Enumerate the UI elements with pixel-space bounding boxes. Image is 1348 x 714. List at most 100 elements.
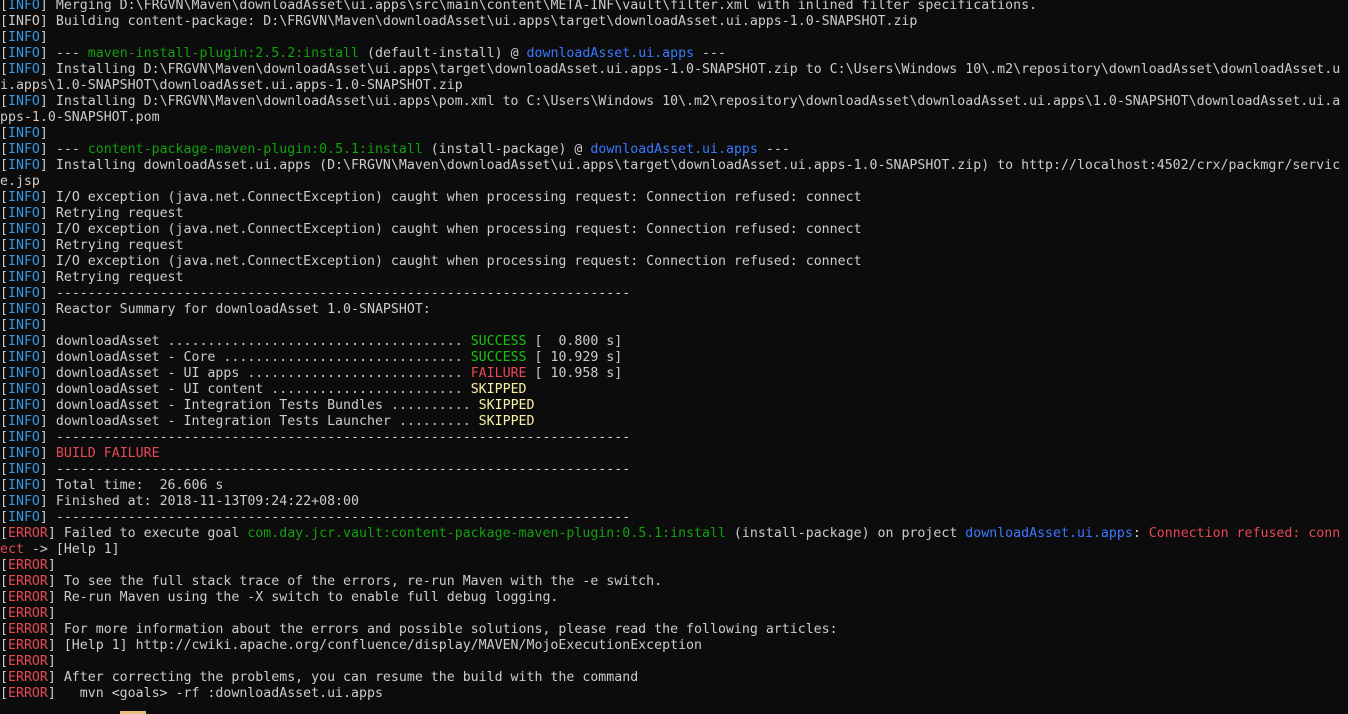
line-text: ] For more information about the errors … [47,622,838,637]
line-text: ] downloadAsset ........................… [39,334,471,349]
line-text: ] I/O exception (java.net.ConnectExcepti… [39,222,862,237]
terminal-line: [INFO] downloadAsset - Integration Tests… [0,398,1348,414]
info-tag: INFO [7,510,40,525]
line-text: [ [0,30,8,45]
line-text: ] [39,446,56,461]
terminal-line: [INFO] [0,126,1348,142]
terminal-line: [INFO] Installing D:\FRGVN\Maven\downloa… [0,94,1348,110]
skipped-status: SKIPPED [478,398,535,413]
success-status: SUCCESS [470,350,527,365]
info-tag: INFO [7,222,40,237]
error-tag: ERROR [7,606,48,621]
line-text: ] Reactor Summary for downloadAsset 1.0-… [39,302,431,317]
line-text: ] [39,318,48,333]
line-text: [ [0,126,8,141]
line-text: [ [0,590,8,605]
line-text: [ [0,446,8,461]
error-tag: ERROR [7,526,48,541]
info-tag: INFO [7,334,40,349]
terminal-line: pps-1.0-SNAPSHOT.pom [0,110,1348,126]
terminal-line: [INFO] downloadAsset - Core ............… [0,350,1348,366]
plugin-name: com.day.jcr.vault:content-package-maven-… [247,526,726,541]
terminal-line: i.apps\1.0-SNAPSHOT\downloadAsset.ui.app… [0,78,1348,94]
terminal-line: [INFO] [0,30,1348,46]
line-text: [ [0,206,8,221]
line-text: ] [47,558,56,573]
line-text: [ [0,0,8,13]
terminal-line: [INFO] ---------------------------------… [0,510,1348,526]
info-tag: INFO [7,366,40,381]
line-text: ] --------------------------------------… [39,430,631,445]
line-text: [ [0,574,8,589]
line-text: --- [757,142,790,157]
line-text: ] Failed to execute goal [47,526,248,541]
line-text: ] I/O exception (java.net.ConnectExcepti… [39,254,862,269]
error-tag: ERROR [7,654,48,669]
line-text: [ [0,254,8,269]
success-status: SUCCESS [470,334,527,349]
terminal-line: [INFO] --- maven-install-plugin:2.5.2:in… [0,46,1348,62]
line-text: [ [0,302,8,317]
terminal-line: [INFO] Merging D:\FRGVN\Maven\downloadAs… [0,0,1348,14]
terminal-line: [INFO] Total time: 26.606 s [0,478,1348,494]
terminal-line: [ERROR] To see the full stack trace of t… [0,574,1348,590]
line-text: [ [0,398,8,413]
terminal-line: [INFO] Retrying request [0,206,1348,222]
line-text: ] Retrying request [39,206,184,221]
terminal-line: [INFO] downloadAsset - UI apps .........… [0,366,1348,382]
terminal-line: [INFO] Installing downloadAsset.ui.apps … [0,158,1348,174]
terminal-line: ect -> [Help 1] [0,542,1348,558]
info-tag: INFO [7,158,40,173]
line-text: [ 10.929 s] [526,350,623,365]
line-text: [ [0,494,8,509]
error-tag: ERROR [7,686,48,701]
line-text: ] downloadAsset - Integration Tests Laun… [39,414,479,429]
line-text: [ [0,190,8,205]
line-text: [ [0,430,8,445]
terminal-line: [INFO] I/O exception (java.net.ConnectEx… [0,222,1348,238]
line-text: [INFO] Building content-package: D:\FRGV… [0,14,918,29]
info-tag: INFO [7,30,40,45]
error-text: Connection refused: conn [1148,526,1341,541]
terminal-line: [INFO] Retrying request [0,270,1348,286]
skipped-status: SKIPPED [470,382,527,397]
line-text: ] --------------------------------------… [39,286,631,301]
error-tag: ERROR [7,558,48,573]
skipped-status: SKIPPED [478,414,535,429]
error-text: ect [0,542,24,557]
info-tag: INFO [7,206,40,221]
info-tag: INFO [7,62,40,77]
line-text: i.apps\1.0-SNAPSHOT\downloadAsset.ui.app… [0,78,463,93]
terminal-line: [ERROR] [0,654,1348,670]
line-text: ] downloadAsset - UI content ...........… [39,382,471,397]
line-text: ] [Help 1] http://cwiki.apache.org/confl… [47,638,703,653]
line-text: [ [0,46,8,61]
terminal-line: [INFO] --- content-package-maven-plugin:… [0,142,1348,158]
project-name: downloadAsset.ui.apps [526,46,695,61]
line-text: [ [0,62,8,77]
line-text: [ [0,638,8,653]
info-tag: INFO [7,446,40,461]
info-tag: INFO [7,494,40,509]
terminal-line: [ERROR] mvn <goals> -rf :downloadAsset.u… [0,686,1348,702]
info-tag: INFO [7,414,40,429]
line-text: ] Retrying request [39,270,184,285]
line-text: ] [47,606,56,621]
line-text: [ 10.958 s] [526,366,623,381]
terminal-line: [ERROR] [0,558,1348,574]
terminal-output[interactable]: [INFO] Merging D:\FRGVN\Maven\downloadAs… [0,0,1348,702]
line-text: ] To see the full stack trace of the err… [47,574,663,589]
line-text: [ [0,334,8,349]
line-text: ] mvn <goals> -rf :downloadAsset.ui.apps [47,686,383,701]
line-text: [ [0,686,8,701]
info-tag: INFO [7,270,40,285]
line-text: ] Finished at: 2018-11-13T09:24:22+08:00 [39,494,359,509]
info-tag: INFO [7,462,40,477]
terminal-line: [ERROR] Failed to execute goal com.day.j… [0,526,1348,542]
error-tag: ERROR [7,590,48,605]
line-text: [ [0,670,8,685]
line-text: ] Total time: 26.606 s [39,478,224,493]
line-text: [ [0,654,8,669]
info-tag: INFO [7,0,40,13]
line-text: [ [0,238,8,253]
